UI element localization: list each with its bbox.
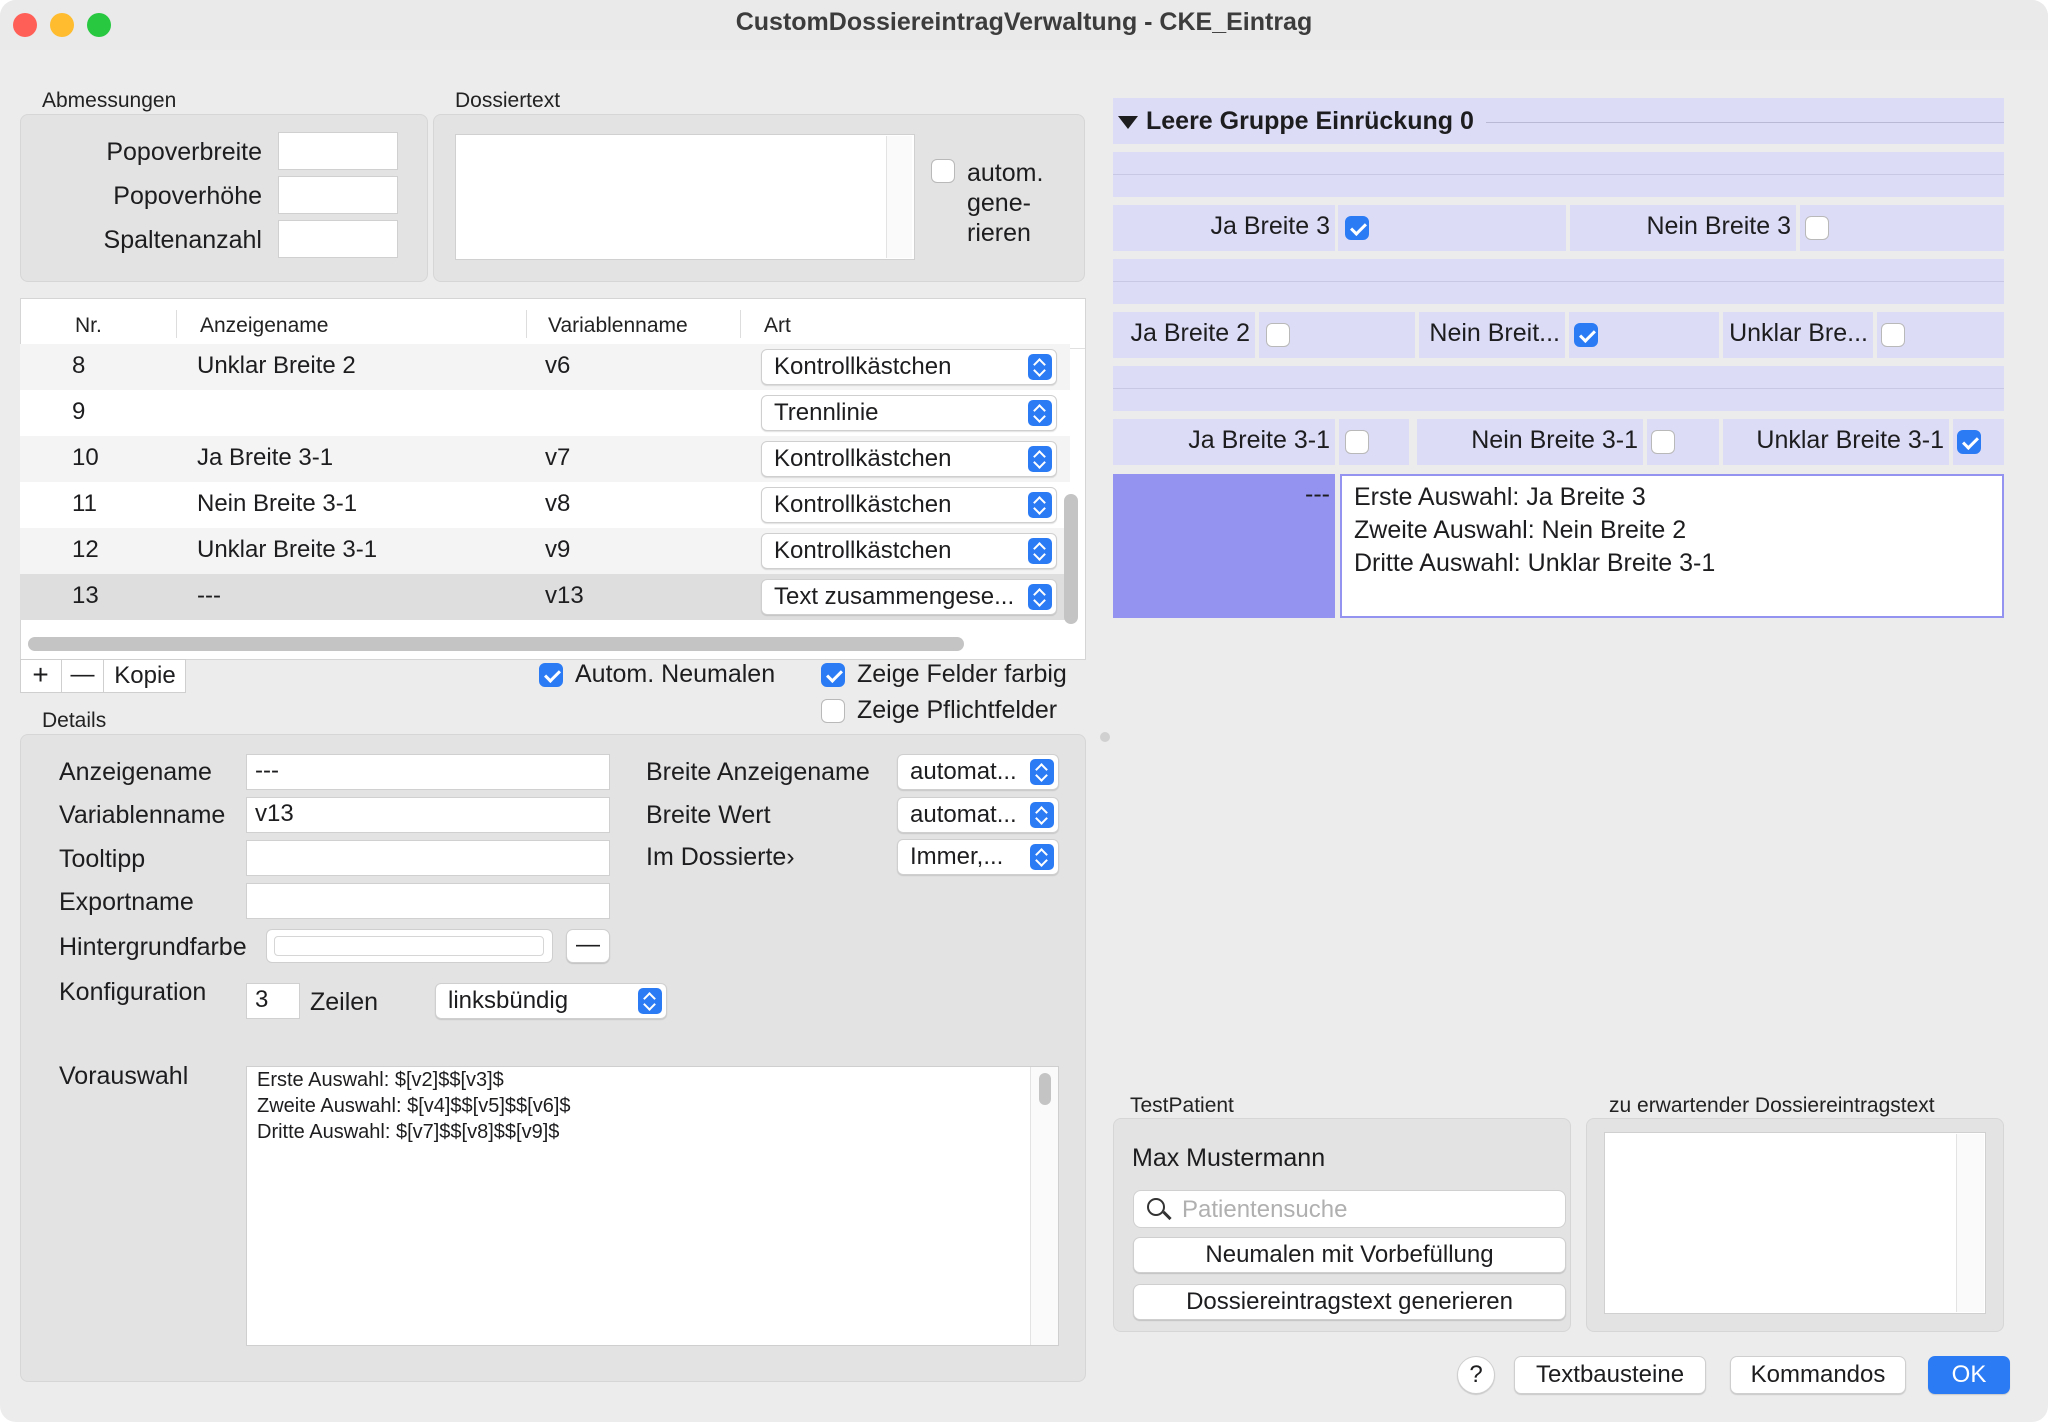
zeige-felder-farbig-label: Zeige Felder farbig — [857, 660, 1067, 688]
abmessungen-title: Abmessungen — [42, 89, 177, 112]
patient-name: Max Mustermann — [1132, 1144, 1326, 1172]
preview-unklar-breite-3-1-checkbox[interactable] — [1957, 430, 1981, 454]
preview-text-label: --- — [1305, 480, 1330, 508]
kommandos-button[interactable]: Kommandos — [1730, 1356, 1906, 1394]
preview-nein-breite-3-label: Nein Breite 3 — [1646, 212, 1791, 240]
preview-ja-breite-2-label: Ja Breite 2 — [1130, 319, 1250, 347]
dialog-window: CustomDossiereintragVerwaltung - CKE_Ein… — [0, 0, 2048, 1422]
art-popup[interactable]: Kontrollkästchen — [761, 349, 1057, 385]
preview-nein-breite-2-label: Nein Breit... — [1429, 319, 1560, 347]
preview-group-title: Leere Gruppe Einrückung 0 — [1146, 107, 1474, 135]
tooltipp-input[interactable] — [246, 840, 610, 876]
remove-row-button[interactable]: — — [62, 659, 104, 693]
breite-anzeigename-popup[interactable]: automat... — [897, 754, 1059, 790]
preview-nein-breite-3-1-label: Nein Breite 3-1 — [1471, 426, 1638, 454]
preview-text-field[interactable]: Erste Auswahl: Ja Breite 3 Zweite Auswah… — [1340, 474, 2004, 618]
breite-wert-label: Breite Wert — [646, 801, 771, 829]
vorauswahl-label: Vorauswahl — [59, 1062, 189, 1090]
details-title: Details — [42, 709, 107, 732]
art-popup[interactable]: Kontrollkästchen — [761, 487, 1057, 523]
hintergrundfarbe-well[interactable] — [266, 929, 553, 963]
group-separator-line — [1486, 122, 2004, 123]
variablenname-input[interactable]: v13 — [246, 797, 610, 833]
art-popup[interactable]: Text zusammengese... — [761, 579, 1057, 615]
im-dossiertext-label: Im Dossierte› — [646, 843, 795, 871]
zeilen-input[interactable]: 3 — [246, 983, 300, 1019]
preview-ja-breite-2-checkbox[interactable] — [1266, 323, 1290, 347]
preview-nein-breite-2-checkbox[interactable] — [1574, 323, 1598, 347]
preview-unklar-breite-2-label: Unklar Bre... — [1729, 319, 1868, 347]
vorauswahl-scrollbar[interactable] — [1030, 1067, 1058, 1345]
popoverbreite-input[interactable] — [278, 132, 398, 170]
col-header-nr[interactable]: Nr. — [75, 314, 102, 338]
dossiertext-generieren-button[interactable]: Dossiereintragstext generieren — [1133, 1284, 1566, 1320]
preview-unklar-breite-3-1-label: Unklar Breite 3-1 — [1756, 426, 1944, 454]
table-vertical-scrollbar[interactable] — [1064, 494, 1078, 624]
autom-neumalen-label: Autom. Neumalen — [575, 660, 776, 688]
anzeigename-input[interactable]: --- — [246, 754, 610, 790]
autom-generieren-label: autom. gene-rieren — [967, 159, 1044, 247]
erwarteter-text-title: zu erwartender Dossiereintragstext — [1609, 1094, 1935, 1117]
variablenname-label: Variablenname — [59, 801, 226, 829]
neumalen-vorbefuellung-button[interactable]: Neumalen mit Vorbefüllung — [1133, 1237, 1566, 1273]
textbausteine-button[interactable]: Textbausteine — [1514, 1356, 1706, 1394]
split-view-divider-handle[interactable] — [1100, 732, 1110, 742]
zeige-pflichtfelder-label: Zeige Pflichtfelder — [857, 696, 1058, 724]
zeige-pflichtfelder-checkbox[interactable] — [821, 699, 845, 723]
dossiertext-textarea[interactable] — [455, 134, 915, 260]
exportname-input[interactable] — [246, 883, 610, 919]
ok-button[interactable]: OK — [1928, 1356, 2010, 1394]
konfiguration-label: Konfiguration — [59, 978, 207, 1006]
window-title: CustomDossiereintragVerwaltung - CKE_Ein… — [735, 8, 1313, 36]
art-popup[interactable]: Trennlinie — [761, 395, 1057, 431]
autom-neumalen-checkbox[interactable] — [539, 663, 563, 687]
copy-row-button[interactable]: Kopie — [104, 659, 186, 693]
dossiertext-scrollbar[interactable] — [886, 136, 912, 258]
table-horizontal-scrollbar[interactable] — [28, 637, 964, 651]
preview-unklar-breite-2-checkbox[interactable] — [1881, 323, 1905, 347]
preview-ja-breite-3-checkbox[interactable] — [1345, 216, 1369, 240]
hintergrundfarbe-label: Hintergrundfarbe — [59, 933, 247, 961]
im-dossiertext-popup[interactable]: Immer,... — [897, 839, 1059, 875]
breite-anzeigename-label: Breite Anzeigename — [646, 758, 870, 786]
disclosure-triangle-icon[interactable] — [1118, 116, 1138, 129]
art-popup[interactable]: Kontrollkästchen — [761, 441, 1057, 477]
preview-ja-breite-3-label: Ja Breite 3 — [1210, 212, 1330, 240]
art-popup[interactable]: Kontrollkästchen — [761, 533, 1057, 569]
preview-nein-breite-3-checkbox[interactable] — [1805, 216, 1829, 240]
col-header-art[interactable]: Art — [764, 314, 791, 338]
popoverhoehe-label: Popoverhöhe — [113, 182, 262, 210]
erwarteter-text-scrollbar[interactable] — [1956, 1134, 1984, 1312]
anzeigename-label: Anzeigename — [59, 758, 212, 786]
vorauswahl-textarea[interactable]: Erste Auswahl: $[v2]$$[v3]$ Zweite Auswa… — [246, 1066, 1059, 1346]
preview-ja-breite-3-1-label: Ja Breite 3-1 — [1188, 426, 1330, 454]
dossiertext-title: Dossiertext — [455, 89, 561, 112]
zeilen-label: Zeilen — [310, 988, 379, 1016]
exportname-label: Exportname — [59, 888, 194, 916]
alignment-popup[interactable]: linksbündig — [435, 983, 667, 1019]
tooltipp-label: Tooltipp — [59, 845, 146, 873]
col-header-variablenname[interactable]: Variablenname — [548, 314, 688, 338]
zeige-felder-farbig-checkbox[interactable] — [821, 663, 845, 687]
patient-search-placeholder: Patientensuche — [1182, 1196, 1348, 1223]
testpatient-title: TestPatient — [1130, 1094, 1234, 1117]
erwarteter-text-textarea[interactable] — [1604, 1132, 1986, 1314]
add-row-button[interactable]: + — [20, 659, 62, 693]
autom-generieren-checkbox[interactable] — [931, 159, 955, 183]
col-header-anzeigename[interactable]: Anzeigename — [200, 314, 328, 338]
popoverbreite-label: Popoverbreite — [106, 138, 262, 166]
breite-wert-popup[interactable]: automat... — [897, 797, 1059, 833]
help-button[interactable]: ? — [1457, 1356, 1495, 1394]
spaltenanzahl-input[interactable] — [278, 220, 398, 258]
popoverhoehe-input[interactable] — [278, 176, 398, 214]
hintergrundfarbe-clear-button[interactable]: — — [566, 929, 610, 963]
spaltenanzahl-label: Spaltenanzahl — [103, 226, 262, 254]
preview-nein-breite-3-1-checkbox[interactable] — [1651, 430, 1675, 454]
preview-ja-breite-3-1-checkbox[interactable] — [1345, 430, 1369, 454]
